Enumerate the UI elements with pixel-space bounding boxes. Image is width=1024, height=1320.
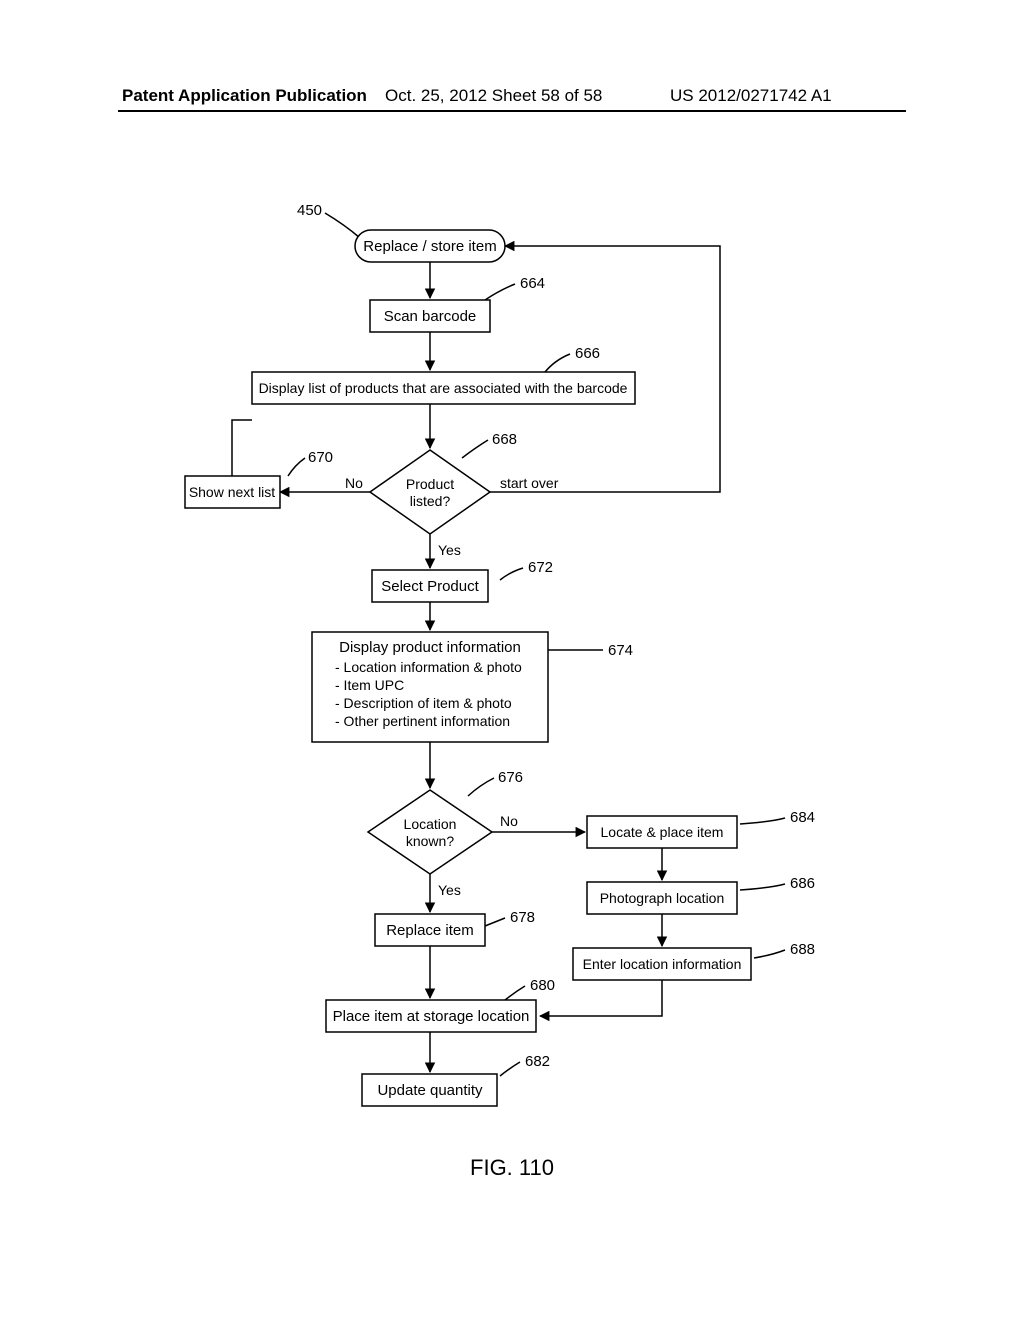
svg-text:- Description of item & photo: - Description of item & photo [335,695,512,711]
ref-666: 666 [575,345,600,362]
edge-label-no-2: No [500,813,518,829]
svg-text:- Location information & photo: - Location information & photo [335,659,522,675]
ref-664: 664 [520,275,545,292]
node-select-product: Select Product [372,570,488,602]
node-locate-place-item: Locate & place item [587,816,737,848]
node-show-next-list: Show next list [185,476,280,508]
node-scan-barcode: Scan barcode [370,300,490,332]
svg-text:Product: Product [406,476,454,492]
ref-678: 678 [510,909,535,926]
ref-680: 680 [530,977,555,994]
edge-label-yes-1: Yes [438,542,461,558]
svg-text:Display product information: Display product information [339,639,521,656]
edge-label-start-over: start over [500,475,559,491]
svg-text:Location: Location [404,816,457,832]
svg-text:Enter location information: Enter location information [583,956,742,972]
svg-text:Replace item: Replace item [386,922,474,939]
edge-label-no-1: No [345,475,363,491]
node-photograph-location: Photograph location [587,882,737,914]
figure-caption: FIG. 110 [0,1155,1024,1181]
node-enter-location-info: Enter location information [573,948,751,980]
ref-682: 682 [525,1053,550,1070]
ref-684: 684 [790,809,815,826]
ref-670: 670 [308,449,333,466]
node-update-quantity: Update quantity [362,1074,497,1106]
ref-672: 672 [528,559,553,576]
node-replace-item: Replace item [375,914,485,946]
svg-text:Replace / store item: Replace / store item [363,238,496,255]
ref-450: 450 [297,202,322,219]
svg-text:- Other pertinent information: - Other pertinent information [335,713,510,729]
decision-product-listed: Product listed? [370,450,490,534]
node-display-product-info: Display product information - Location i… [312,632,548,742]
svg-text:Select Product: Select Product [381,578,479,595]
ref-674: 674 [608,642,633,659]
page: Patent Application Publication Oct. 25, … [0,0,1024,1320]
edge-label-yes-2: Yes [438,882,461,898]
svg-text:Place item at storage location: Place item at storage location [333,1008,530,1025]
svg-text:- Item UPC: - Item UPC [335,677,404,693]
ref-686: 686 [790,875,815,892]
node-start: Replace / store item [355,230,505,262]
svg-text:known?: known? [406,833,454,849]
svg-text:Scan barcode: Scan barcode [384,308,477,325]
flowchart: 450 Replace / store item 664 Scan barcod… [0,0,1024,1320]
svg-text:Photograph location: Photograph location [600,890,725,906]
node-place-storage: Place item at storage location [326,1000,536,1032]
svg-text:Locate & place item: Locate & place item [601,824,724,840]
svg-text:listed?: listed? [410,493,451,509]
svg-text:Show next list: Show next list [189,484,275,500]
decision-location-known: Location known? [368,790,492,874]
svg-text:Display list of products that: Display list of products that are associ… [259,380,628,396]
ref-688: 688 [790,941,815,958]
node-display-list: Display list of products that are associ… [252,372,635,404]
ref-668: 668 [492,431,517,448]
ref-676: 676 [498,769,523,786]
svg-text:Update quantity: Update quantity [377,1082,483,1099]
